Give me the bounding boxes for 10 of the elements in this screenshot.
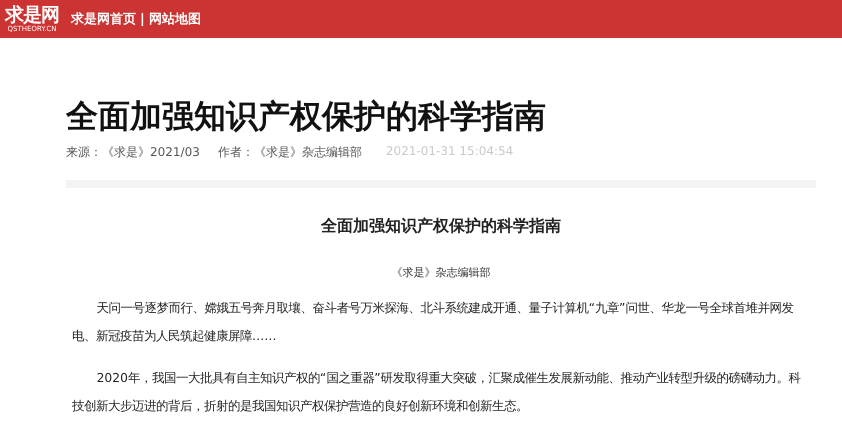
article-title: 全面加强知识产权保护的科学指南 [66,96,547,136]
byline: 《求是》杂志编辑部 [390,265,492,280]
nav-link[interactable]: 求是网首页 [71,10,136,28]
source-text: 来源：《求是》2021/03 [66,144,200,161]
paragraph: 2020年，我国一大批具有自主知识产权的“国之重器”研发取得重大突破，汇聚成催生发展新动能、推动产业转型升级的磅礴动力。科技创新大步迈进的背后，折射的是我国知识产权保护营造的良好创新环境和创新生态。 [72,370,802,415]
nav-link[interactable]: 网站地图 [148,10,201,28]
author-text: 作者：《求是》杂志编辑部 [218,144,362,161]
article-subtitle: 全面加强知识产权保护的科学指南 [320,216,562,237]
paragraph: 天问一号逐梦而行、嫦娥五号奔月取壤、奋斗者号万米探海、北斗系统建成开通、量子计算机“九章”问世、华龙一号全球首堆并网发电、新冠疫苗为人民筑起健康屏障…… [72,300,794,345]
nav-separator: | [140,12,145,26]
